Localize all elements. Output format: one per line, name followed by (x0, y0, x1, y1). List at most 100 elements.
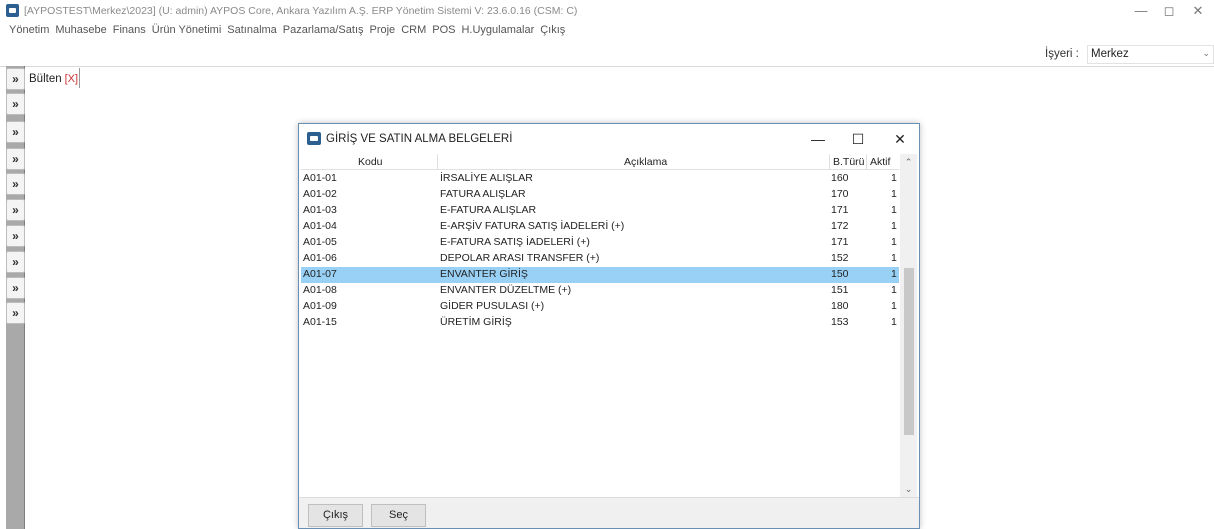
table-row[interactable]: A01-07 ENVANTER GİRİŞ 150 1 (301, 267, 899, 283)
belge-grid: Kodu Açıklama B.Türü Aktif A01-01 İRSALİY… (301, 154, 899, 497)
sidebar-expand-button[interactable]: » (6, 251, 25, 273)
workplace-value: Merkez (1091, 48, 1129, 60)
table-row[interactable]: A01-09 GİDER PUSULASI (+) 180 1 (301, 299, 899, 315)
menu-item-satinalma[interactable]: Satınalma (224, 22, 280, 39)
cell-bturu: 170 (831, 188, 849, 200)
dialog-app-icon (307, 132, 321, 145)
menu-item-cikis[interactable]: Çıkış (537, 22, 568, 39)
column-divider (829, 154, 830, 170)
cell-kodu: A01-01 (303, 172, 337, 184)
cell-kodu: A01-07 (303, 268, 337, 280)
sidebar-expand-button[interactable]: » (6, 121, 25, 143)
dialog-close-button[interactable]: ✕ (886, 130, 914, 148)
cell-aciklama: ÜRETİM GİRİŞ (440, 316, 512, 328)
cell-aktif: 1 (891, 236, 897, 248)
cell-bturu: 150 (831, 268, 849, 280)
menu-item-pazarlama-satis[interactable]: Pazarlama/Satış (280, 22, 367, 39)
cikis-button[interactable]: Çıkış (308, 504, 363, 527)
cell-aktif: 1 (891, 220, 897, 232)
cell-kodu: A01-03 (303, 204, 337, 216)
cell-aktif: 1 (891, 300, 897, 312)
minimize-button[interactable]: — (1126, 2, 1156, 20)
cell-aciklama: ENVANTER GİRİŞ (440, 268, 528, 280)
cell-aciklama: E-FATURA ALIŞLAR (440, 204, 537, 216)
sidebar-expand-button[interactable]: » (6, 302, 25, 324)
sidebar-expand-button[interactable]: » (6, 277, 25, 299)
sidebar-expand-button[interactable]: » (6, 173, 25, 195)
table-row[interactable]: A01-08 ENVANTER DÜZELTME (+) 151 1 (301, 283, 899, 299)
menu-bar: Yönetim Muhasebe Finans Ürün Yönetimi Sa… (6, 22, 568, 39)
cell-aktif: 1 (891, 284, 897, 296)
maximize-button[interactable]: ◻ (1154, 2, 1184, 20)
dialog-minimize-button[interactable]: — (804, 130, 832, 148)
cell-aktif: 1 (891, 252, 897, 264)
sidebar-expand-button[interactable]: » (6, 93, 25, 115)
column-header-kodu[interactable]: Kodu (358, 156, 383, 168)
window-titlebar: [AYPOSTEST\Merkez\2023] (U: admin) AYPOS… (0, 0, 1214, 22)
dialog-footer: Çıkış Seç (299, 497, 919, 528)
dialog-title: GİRİŞ VE SATIN ALMA BELGELERİ (326, 133, 513, 145)
menu-item-yonetim[interactable]: Yönetim (6, 22, 52, 39)
menu-item-urun-yonetimi[interactable]: Ürün Yönetimi (149, 22, 225, 39)
cell-kodu: A01-06 (303, 252, 337, 264)
cell-aktif: 1 (891, 172, 897, 184)
cell-kodu: A01-15 (303, 316, 337, 328)
cell-aciklama: İRSALİYE ALIŞLAR (440, 172, 533, 184)
workplace-bar: İşyeri : Merkez ⌄ (0, 44, 1214, 65)
tab-bulten[interactable]: Bülten [X] (29, 69, 78, 88)
table-row[interactable]: A01-04 E-ARŞİV FATURA SATIŞ İADELERİ (+) 1… (301, 219, 899, 235)
cell-aciklama: E-ARŞİV FATURA SATIŞ İADELERİ (+) (440, 220, 625, 232)
tab-bulten-close[interactable]: [X] (65, 73, 78, 85)
menu-item-h-uygulamalar[interactable]: H.Uygulamalar (458, 22, 537, 39)
column-header-bturu[interactable]: B.Türü (833, 156, 865, 168)
menu-item-proje[interactable]: Proje (367, 22, 399, 39)
cell-bturu: 172 (831, 220, 849, 232)
sidebar-expand-button[interactable]: » (6, 68, 25, 90)
cell-kodu: A01-04 (303, 220, 337, 232)
column-header-aciklama[interactable]: Açıklama (624, 156, 667, 168)
table-row[interactable]: A01-03 E-FATURA ALIŞLAR 171 1 (301, 203, 899, 219)
cell-bturu: 153 (831, 316, 849, 328)
menu-item-pos[interactable]: POS (429, 22, 458, 39)
sec-button[interactable]: Seç (371, 504, 426, 527)
cell-bturu: 171 (831, 204, 849, 216)
grid-scrollbar[interactable]: ⌃ ⌄ (900, 154, 917, 497)
cell-aciklama: FATURA ALIŞLAR (440, 188, 526, 200)
left-sidebar: » » » » » » » » » » (6, 66, 25, 529)
dialog-titlebar: GİRİŞ VE SATIN ALMA BELGELERİ — ☐ ✕ (299, 124, 919, 154)
cell-aktif: 1 (891, 316, 897, 328)
sidebar-expand-button[interactable]: » (6, 148, 25, 170)
column-divider (866, 154, 867, 170)
cell-aciklama: E-FATURA SATIŞ İADELERİ (+) (440, 236, 590, 248)
cell-kodu: A01-02 (303, 188, 337, 200)
tab-bulten-label: Bülten (29, 72, 62, 85)
cell-bturu: 171 (831, 236, 849, 248)
table-row[interactable]: A01-05 E-FATURA SATIŞ İADELERİ (+) 171 1 (301, 235, 899, 251)
scroll-down-icon[interactable]: ⌄ (900, 481, 917, 497)
workplace-select[interactable]: Merkez ⌄ (1087, 45, 1214, 64)
cell-aciklama: ENVANTER DÜZELTME (+) (440, 284, 572, 296)
cell-aktif: 1 (891, 188, 897, 200)
column-header-aktif[interactable]: Aktif (870, 156, 890, 168)
cell-aciklama: DEPOLAR ARASI TRANSFER (+) (440, 252, 600, 264)
table-row[interactable]: A01-01 İRSALİYE ALIŞLAR 160 1 (301, 171, 899, 187)
sidebar-expand-button[interactable]: » (6, 225, 25, 247)
scrollbar-thumb[interactable] (904, 268, 914, 435)
cell-aktif: 1 (891, 204, 897, 216)
sidebar-expand-button[interactable]: » (6, 199, 25, 221)
column-divider (437, 154, 438, 170)
grid-header: Kodu Açıklama B.Türü Aktif (301, 154, 899, 170)
cell-bturu: 180 (831, 300, 849, 312)
window-title: [AYPOSTEST\Merkez\2023] (U: admin) AYPOS… (24, 5, 578, 17)
table-row[interactable]: A01-02 FATURA ALIŞLAR 170 1 (301, 187, 899, 203)
menu-item-crm[interactable]: CRM (398, 22, 429, 39)
table-row[interactable]: A01-15 ÜRETİM GİRİŞ 153 1 (301, 315, 899, 331)
menu-item-muhasebe[interactable]: Muhasebe (52, 22, 109, 39)
close-button[interactable]: ✕ (1183, 2, 1213, 20)
scroll-up-icon[interactable]: ⌃ (900, 154, 917, 170)
menu-item-finans[interactable]: Finans (110, 22, 149, 39)
cell-kodu: A01-08 (303, 284, 337, 296)
dialog-maximize-button[interactable]: ☐ (844, 130, 872, 148)
cell-bturu: 160 (831, 172, 849, 184)
table-row[interactable]: A01-06 DEPOLAR ARASI TRANSFER (+) 152 1 (301, 251, 899, 267)
